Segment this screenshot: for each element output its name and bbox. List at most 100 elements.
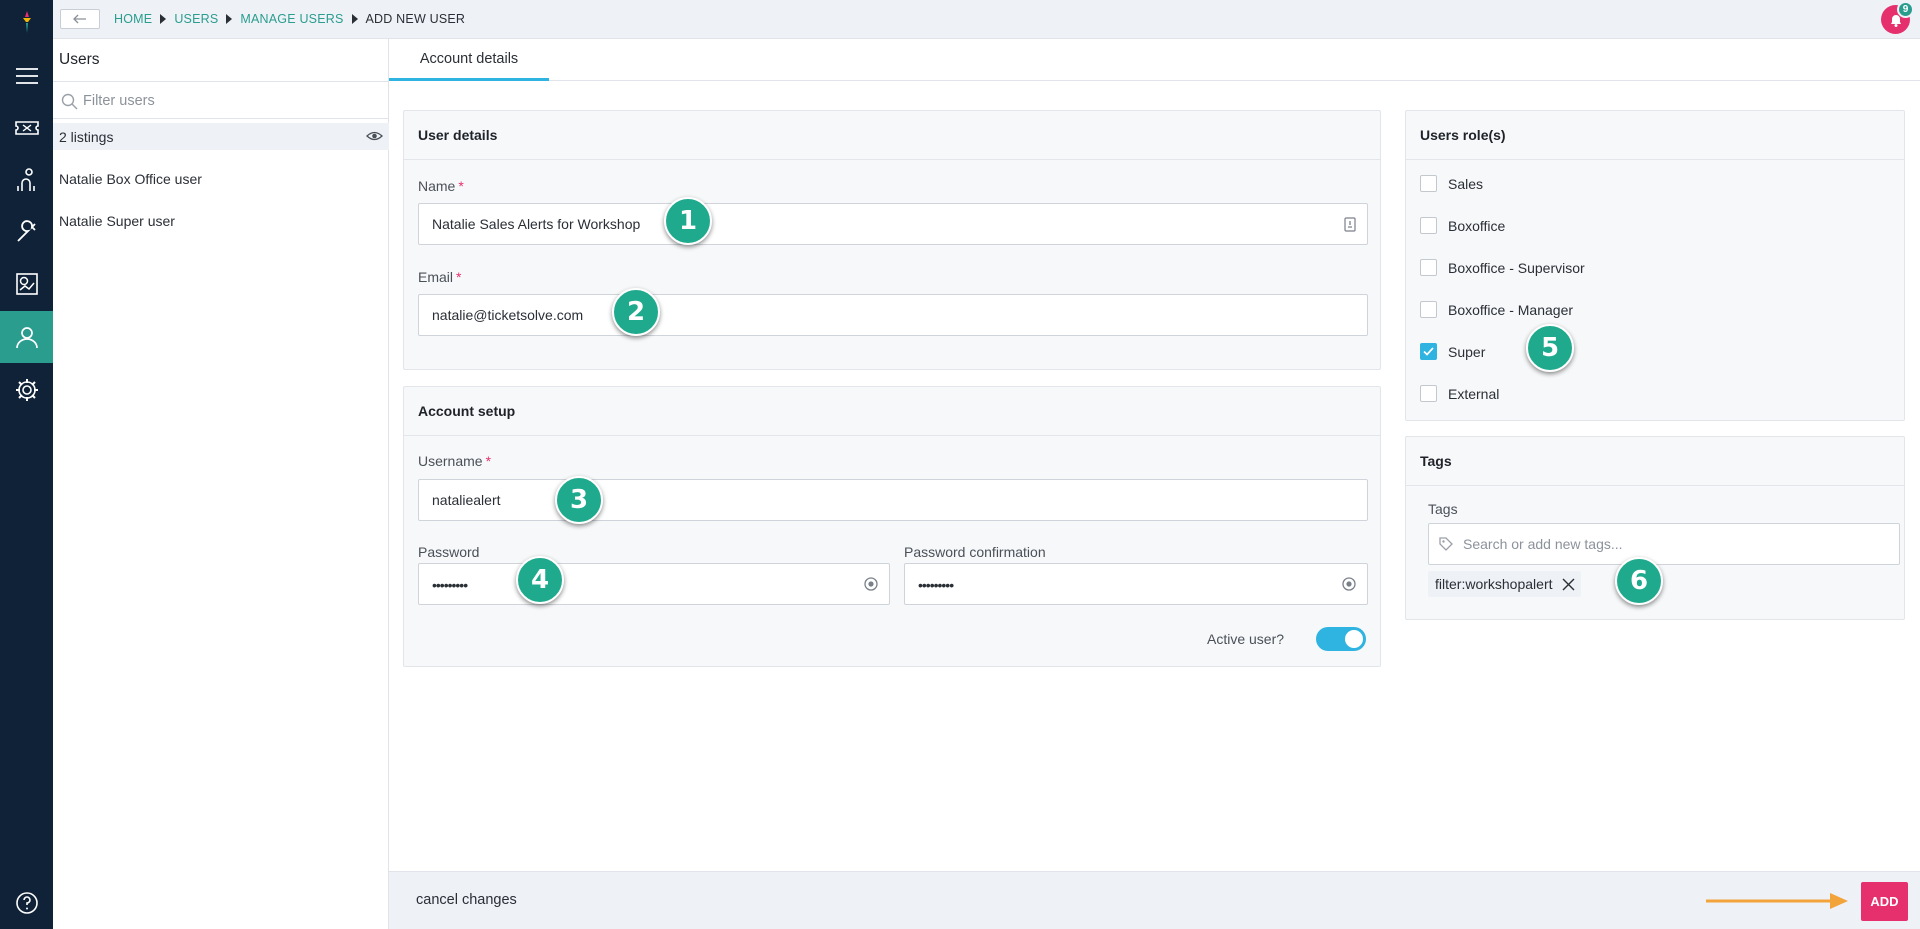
user-list-item[interactable]: Natalie Box Office user bbox=[59, 171, 202, 187]
help-icon bbox=[15, 892, 38, 914]
email-label: Email * bbox=[418, 269, 461, 285]
email-field[interactable]: natalie@ticketsolve.com bbox=[418, 294, 1368, 336]
toggle-knob bbox=[1345, 630, 1363, 648]
divider bbox=[1406, 159, 1904, 160]
password-reveal-icon[interactable] bbox=[1342, 577, 1356, 591]
divider bbox=[404, 435, 1380, 436]
tab-bar: Account details bbox=[389, 39, 1920, 81]
ticket-icon bbox=[14, 121, 39, 135]
account-setup-title: Account setup bbox=[418, 403, 516, 419]
breadcrumb-users[interactable]: USERS bbox=[174, 12, 218, 26]
password-confirmation-field[interactable]: ••••••••• bbox=[904, 563, 1368, 605]
password-field[interactable]: ••••••••• bbox=[418, 563, 890, 605]
contact-card-icon bbox=[1344, 217, 1356, 232]
password-value: ••••••••• bbox=[432, 577, 468, 593]
listings-bar: 2 listings bbox=[53, 123, 389, 150]
password-confirmation-label: Password confirmation bbox=[904, 544, 1046, 560]
user-roles-title: Users role(s) bbox=[1420, 127, 1506, 143]
breadcrumb-home[interactable]: HOME bbox=[114, 12, 152, 26]
tags-card-title: Tags bbox=[1420, 453, 1452, 469]
nav-settings[interactable] bbox=[0, 364, 53, 416]
wrench-icon bbox=[16, 220, 36, 242]
help-button[interactable] bbox=[0, 877, 53, 929]
active-user-toggle[interactable] bbox=[1316, 627, 1366, 651]
user-roles-card: Users role(s) Sales Boxoffice Boxoffice … bbox=[1405, 110, 1905, 421]
checkbox[interactable] bbox=[1420, 175, 1437, 192]
user-icon bbox=[15, 327, 38, 349]
main-content: Account details User details Name * Natal… bbox=[389, 39, 1920, 929]
notifications-button[interactable]: 9 bbox=[1881, 1, 1914, 34]
filter-users-input[interactable] bbox=[83, 90, 373, 112]
checkbox[interactable] bbox=[1420, 259, 1437, 276]
breadcrumb-manage-users[interactable]: MANAGE USERS bbox=[240, 12, 343, 26]
annotation-marker: 4 bbox=[516, 556, 564, 604]
logo bbox=[0, 0, 53, 44]
username-label: Username * bbox=[418, 453, 491, 469]
role-super[interactable]: Super bbox=[1420, 343, 1485, 360]
tag-chip-label: filter:workshopalert bbox=[1435, 576, 1553, 592]
nav-reports[interactable] bbox=[0, 258, 53, 310]
breadcrumb-current: ADD NEW USER bbox=[365, 12, 466, 26]
user-list-item[interactable]: Natalie Super user bbox=[59, 213, 175, 229]
divider bbox=[1406, 485, 1904, 486]
checkbox[interactable] bbox=[1420, 217, 1437, 234]
checkmark-icon bbox=[1423, 347, 1434, 356]
tab-account-details[interactable]: Account details bbox=[389, 39, 549, 81]
close-icon bbox=[1562, 578, 1574, 590]
email-label-text: Email bbox=[418, 269, 454, 285]
user-details-title: User details bbox=[418, 127, 498, 143]
nav-users[interactable] bbox=[0, 311, 53, 363]
role-external[interactable]: External bbox=[1420, 385, 1499, 402]
tag-chip: filter:workshopalert bbox=[1428, 571, 1581, 597]
eye-icon[interactable] bbox=[366, 129, 383, 143]
annotation-marker: 5 bbox=[1526, 324, 1574, 372]
breadcrumb-separator bbox=[351, 14, 358, 24]
active-user-label: Active user? bbox=[1207, 631, 1285, 647]
back-button[interactable] bbox=[60, 9, 100, 29]
add-button[interactable]: ADD bbox=[1861, 882, 1908, 921]
password-reveal-icon[interactable] bbox=[864, 577, 878, 591]
users-panel: Users 2 listings Natalie Box Office user… bbox=[53, 39, 389, 929]
name-field[interactable]: Natalie Sales Alerts for Workshop bbox=[418, 203, 1368, 245]
role-sales[interactable]: Sales bbox=[1420, 175, 1483, 192]
menu-button[interactable] bbox=[0, 50, 53, 102]
nav-events[interactable] bbox=[0, 154, 53, 206]
arrow-left-icon bbox=[73, 14, 86, 24]
role-boxoffice-manager[interactable]: Boxoffice - Manager bbox=[1420, 301, 1573, 318]
nav-tools[interactable] bbox=[0, 206, 53, 258]
username-label-text: Username bbox=[418, 453, 483, 469]
role-boxoffice[interactable]: Boxoffice bbox=[1420, 217, 1505, 234]
tags-input[interactable]: Search or add new tags... bbox=[1428, 523, 1900, 565]
annotation-marker: 3 bbox=[555, 476, 603, 524]
name-value: Natalie Sales Alerts for Workshop bbox=[432, 216, 641, 232]
notification-count: 9 bbox=[1897, 1, 1914, 18]
role-label: External bbox=[1448, 385, 1500, 402]
user-details-card: User details Name * Natalie Sales Alerts … bbox=[403, 110, 1381, 370]
annotation-marker: 1 bbox=[664, 197, 712, 245]
email-value: natalie@ticketsolve.com bbox=[432, 307, 584, 323]
cancel-changes-link[interactable]: cancel changes bbox=[416, 892, 517, 908]
performer-icon bbox=[16, 168, 35, 191]
breadcrumb-separator bbox=[160, 14, 167, 24]
gear-icon bbox=[15, 379, 38, 401]
annotation-marker: 2 bbox=[612, 288, 660, 336]
role-label: Boxoffice - Manager bbox=[1448, 301, 1574, 318]
nav-tickets[interactable] bbox=[0, 102, 53, 154]
arrow-right-annotation-icon bbox=[1706, 893, 1848, 909]
breadcrumb-separator bbox=[226, 14, 233, 24]
remove-tag-button[interactable] bbox=[1562, 578, 1575, 591]
role-boxoffice-supervisor[interactable]: Boxoffice - Supervisor bbox=[1420, 259, 1585, 276]
name-label-text: Name bbox=[418, 178, 456, 194]
breadcrumb: HOME USERS MANAGE USERS ADD NEW USER bbox=[114, 12, 465, 26]
required-marker: * bbox=[456, 269, 462, 285]
role-label: Boxoffice - Supervisor bbox=[1448, 259, 1585, 276]
checkbox[interactable] bbox=[1420, 385, 1437, 402]
checkbox[interactable] bbox=[1420, 301, 1437, 318]
role-label: Boxoffice bbox=[1448, 217, 1506, 234]
filter-bar bbox=[53, 81, 389, 119]
search-icon bbox=[61, 93, 78, 110]
checkbox-checked[interactable] bbox=[1420, 343, 1437, 360]
nav-rail bbox=[0, 0, 53, 929]
top-bar: HOME USERS MANAGE USERS ADD NEW USER 9 bbox=[53, 0, 1920, 39]
required-marker: * bbox=[485, 453, 492, 469]
